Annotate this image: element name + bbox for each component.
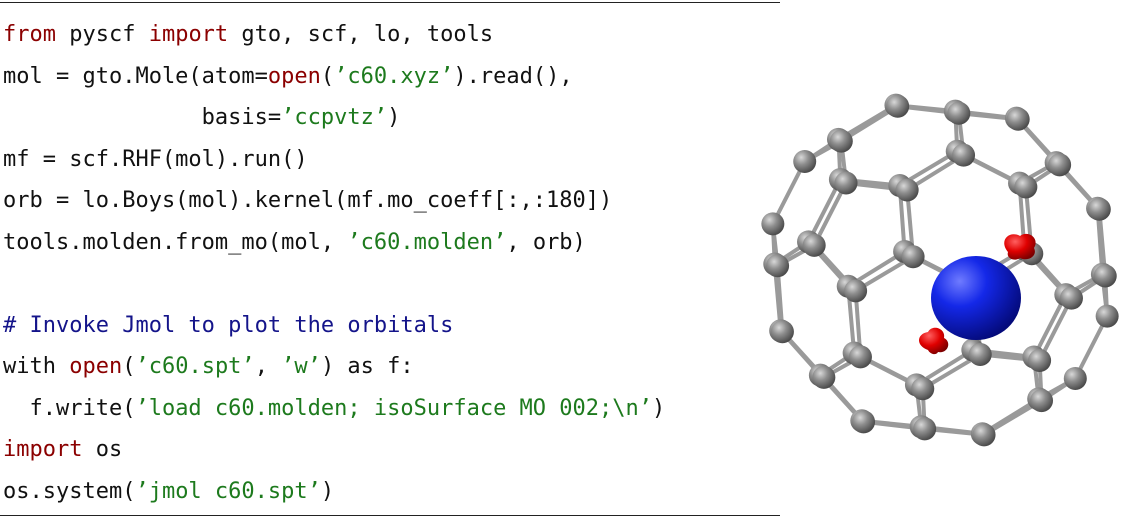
code-token: tools.molden.from_mo(mol, <box>3 229 348 255</box>
code-line: from pyscf import gto, scf, lo, tools <box>3 14 665 56</box>
carbon-atom <box>972 423 996 447</box>
carbon-atom <box>1087 197 1111 221</box>
top-rule <box>0 2 780 3</box>
code-token: ) <box>320 478 335 504</box>
carbon-atom <box>947 101 971 125</box>
carbon-atom <box>766 254 790 278</box>
code-line: f.write(’load c60.molden; isoSurface MO … <box>3 388 665 430</box>
code-token: ( <box>122 354 136 379</box>
orbital-lobe-minor <box>1004 233 1036 260</box>
carbon-atom <box>901 245 925 269</box>
carbon-atom <box>1063 366 1087 390</box>
orbital-layer <box>919 233 1036 355</box>
code-line: # Invoke Jmol to plot the orbitals <box>3 305 665 347</box>
carbon-atom <box>770 320 794 344</box>
carbon-atom <box>844 279 868 303</box>
carbon-atom <box>952 143 976 167</box>
bottom-rule <box>0 515 780 516</box>
code-line: mol = gto.Mole(atom=open(’c60.xyz’).read… <box>3 56 665 98</box>
code-keyword: import <box>148 22 229 47</box>
code-string: ’c60.molden’ <box>347 229 507 255</box>
carbon-atom <box>1014 175 1038 199</box>
code-string: ’c60.xyz’ <box>334 63 454 89</box>
code-line: os.system(’jmol c60.spt’) <box>3 471 665 513</box>
code-listing: from pyscf import gto, scf, lo, tools mol… <box>0 0 780 518</box>
carbon-atom <box>829 129 853 153</box>
carbon-atom <box>1028 349 1052 373</box>
orbital-lobe-minor <box>919 327 949 355</box>
carbon-atom <box>852 410 876 434</box>
code-line: tools.molden.from_mo(mol, ’c60.molden’, … <box>3 222 665 264</box>
code-token: , orb) <box>506 229 586 255</box>
orbital-lobe-major <box>931 256 1021 340</box>
code-keyword: from <box>3 22 56 47</box>
carbon-atom <box>834 171 858 195</box>
code-token: ) <box>387 105 401 130</box>
code-line: mf = scf.RHF(mol).run() <box>3 139 665 181</box>
carbon-atom <box>1059 286 1083 310</box>
code-token: ( <box>320 63 335 89</box>
code-keyword: open <box>267 63 321 89</box>
carbon-atom <box>913 417 937 441</box>
code-string: ’w’ <box>281 354 321 379</box>
carbon-atom <box>1095 304 1119 328</box>
carbon-atom <box>1093 264 1117 288</box>
code-comment: # Invoke Jmol to plot the orbitals <box>3 312 454 338</box>
code-token: , <box>254 354 282 379</box>
carbon-atom <box>1030 389 1054 413</box>
code-keyword: import <box>3 437 83 462</box>
code-keyword: open <box>69 354 123 379</box>
carbon-atom <box>968 343 992 367</box>
code-string: ’c60.spt’ <box>135 354 255 379</box>
code-text: from pyscf import gto, scf, lo, tools mol… <box>3 14 665 512</box>
code-token: mf = scf.RHF(mol).run() <box>3 146 308 172</box>
carbon-atom <box>911 377 935 401</box>
code-string: ’ccpvtz’ <box>281 105 388 130</box>
code-line: with open(’c60.spt’, ’w’) as f: <box>3 346 665 388</box>
carbon-atom <box>1006 107 1030 131</box>
code-token: basis= <box>3 105 282 130</box>
carbon-atom <box>1048 153 1072 177</box>
code-token: os.system( <box>3 478 136 504</box>
code-line: basis=’ccpvtz’) <box>3 97 665 139</box>
carbon-atom <box>886 94 910 118</box>
code-token: ) as f: <box>320 354 414 379</box>
code-token: ) <box>652 395 666 421</box>
code-token: orb = lo.Boys(mol).kernel(mf.mo_coeff[:,… <box>3 188 613 213</box>
carbon-atom <box>848 345 872 369</box>
code-line: import os <box>3 429 665 471</box>
code-token: gto, scf, lo, tools <box>228 22 494 47</box>
code-token: pyscf <box>55 22 149 47</box>
carbon-atom <box>802 233 826 257</box>
code-token: f.write( <box>3 395 136 421</box>
code-token: ).read(), <box>453 63 573 89</box>
code-string: ’jmol c60.spt’ <box>135 478 321 504</box>
carbon-atom <box>761 212 785 236</box>
code-string: ’load c60.molden; isoSurface MO 002;\n’ <box>135 395 653 421</box>
carbon-atom <box>793 150 817 174</box>
carbon-atom <box>895 178 919 202</box>
code-line: orb = lo.Boys(mol).kernel(mf.mo_coeff[:,… <box>3 180 665 222</box>
code-token: with <box>3 354 70 379</box>
code-token: mol = gto.Mole(atom= <box>3 63 268 89</box>
c60-orbital-figure <box>761 93 1119 447</box>
code-token: os <box>82 437 123 462</box>
carbon-atom <box>812 365 836 389</box>
